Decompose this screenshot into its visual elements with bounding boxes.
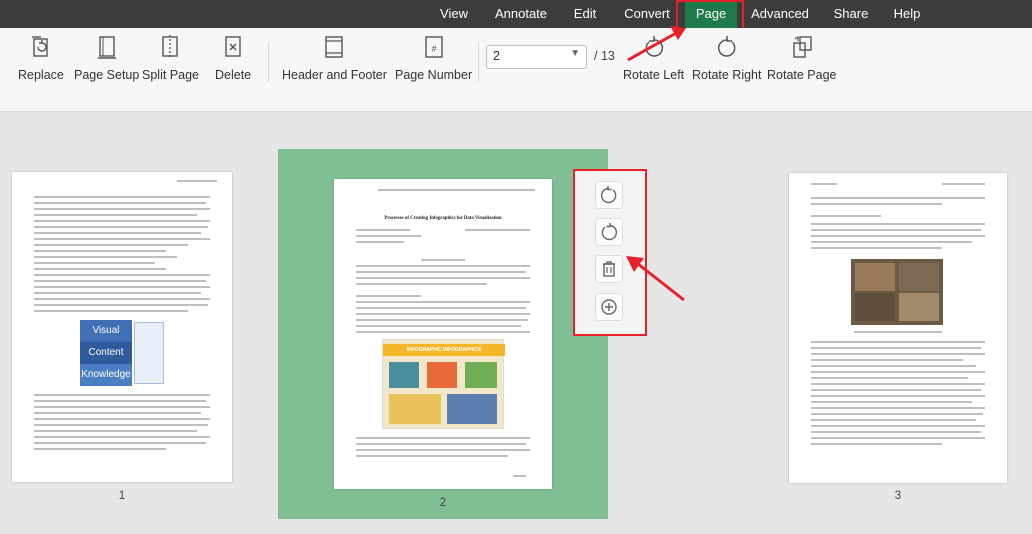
page-setup-label: Page Setup (74, 68, 140, 82)
toolbar-separator (478, 42, 479, 82)
menu-annotate[interactable]: Annotate (490, 0, 552, 28)
page-number-label-1: 1 (118, 490, 126, 502)
rotate-clockwise-icon (600, 186, 617, 204)
replace-label: Replace (18, 68, 64, 82)
insert-page-button[interactable] (595, 293, 623, 321)
rotate-right-button[interactable]: Rotate Right (692, 34, 761, 82)
diagram-box-knowledge: Knowledge (80, 364, 132, 386)
rotate-page-button[interactable]: Rotate Page (767, 34, 837, 82)
header-footer-label: Header and Footer (282, 68, 387, 82)
page-number-label-2: 2 (439, 497, 447, 509)
page2-title: Processes of Creating Infographics for D… (384, 216, 502, 221)
menu-advanced[interactable]: Advanced (748, 0, 812, 28)
infographic-banner: INFOGRAPHIC INFOGRAPHICS (383, 344, 505, 356)
page-thumbnail-2[interactable]: Processes of Creating Infographics for D… (334, 179, 552, 489)
rotate-left-label: Rotate Left (623, 68, 685, 82)
page-number-glyph: # (431, 44, 436, 54)
photo-image (851, 259, 943, 325)
diagram-box-visual: Visual (80, 320, 132, 342)
delete-icon (225, 36, 241, 57)
annotation-arrow-to-panel (626, 256, 685, 302)
rotate-counterclockwise-icon (601, 223, 618, 241)
infographic-image: INFOGRAPHIC INFOGRAPHICS (382, 339, 505, 429)
replace-button[interactable]: Replace (18, 34, 64, 82)
menu-bar: View Annotate Edit Convert Page Advanced… (0, 0, 1032, 28)
page-number-button[interactable]: # Page Number (395, 34, 472, 82)
rotate-page-label: Rotate Page (767, 68, 837, 82)
page-thumbnail-1[interactable]: Visual Content Knowledge (12, 172, 232, 482)
trash-icon (603, 261, 615, 277)
menu-share[interactable]: Share (828, 0, 874, 28)
header-footer-button[interactable]: Header and Footer (282, 34, 387, 82)
page-thumbnail-3[interactable] (789, 173, 1007, 483)
menu-help[interactable]: Help (886, 0, 928, 28)
page-number-label: Page Number (395, 68, 473, 82)
menu-view[interactable]: View (430, 0, 478, 28)
rotate-page-icon (793, 35, 812, 58)
page-number-label-3: 3 (894, 490, 902, 502)
rotate-right-label: Rotate Right (692, 68, 762, 82)
delete-page-button[interactable]: Delete (215, 34, 251, 82)
page-number-value: 2 (493, 49, 500, 63)
diagram-box-content: Content (80, 342, 132, 364)
page-setup-icon (97, 36, 116, 59)
header-footer-icon (325, 36, 344, 58)
annotation-arrow-to-tab (627, 26, 686, 62)
page-setup-button[interactable]: Page Setup (74, 34, 139, 82)
delete-label: Delete (215, 68, 252, 82)
rotate-clockwise-button[interactable] (595, 181, 623, 209)
page-number-select[interactable]: 2 ▼ (486, 45, 587, 69)
rotate-counterclockwise-button[interactable] (595, 218, 623, 246)
page-total: / 13 (594, 49, 615, 63)
split-page-icon (162, 35, 179, 59)
delete-page-action-button[interactable] (595, 255, 623, 283)
toolbar-separator (268, 42, 269, 82)
page-toolbar: Replace Page Setup Split Page Delete Hea… (0, 28, 1032, 112)
replace-icon (31, 36, 48, 57)
chevron-down-icon: ▼ (570, 48, 580, 59)
rotate-right-icon (717, 36, 736, 57)
split-page-button[interactable]: Split Page (142, 34, 199, 82)
page-number-icon: # (424, 36, 443, 58)
menu-edit[interactable]: Edit (566, 0, 604, 28)
split-page-label: Split Page (142, 68, 199, 82)
insert-page-icon (601, 299, 617, 315)
